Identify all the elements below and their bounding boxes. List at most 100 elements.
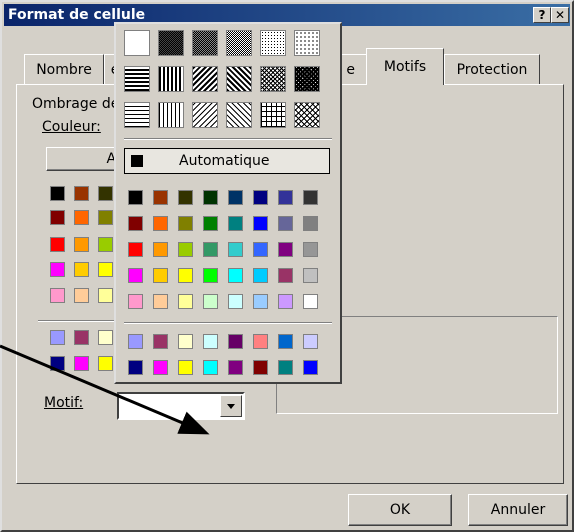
color-swatch[interactable] — [98, 237, 113, 252]
color-swatch[interactable] — [74, 237, 89, 252]
color-swatch[interactable] — [98, 210, 113, 225]
color-swatch[interactable] — [98, 262, 113, 277]
color-swatch[interactable] — [50, 210, 65, 225]
color-swatch[interactable] — [253, 190, 268, 205]
pattern-swatch-dense-dot-90[interactable] — [158, 30, 184, 56]
color-swatch[interactable] — [178, 216, 193, 231]
color-swatch[interactable] — [153, 268, 168, 283]
color-swatch[interactable] — [228, 242, 243, 257]
color-swatch[interactable] — [128, 334, 143, 349]
color-swatch[interactable] — [228, 334, 243, 349]
color-swatch[interactable] — [203, 242, 218, 257]
color-swatch[interactable] — [253, 242, 268, 257]
color-swatch[interactable] — [74, 356, 89, 371]
close-button[interactable]: ✕ — [551, 7, 569, 23]
pattern-swatch-dot-25[interactable] — [260, 30, 286, 56]
color-swatch[interactable] — [128, 360, 143, 375]
color-swatch[interactable] — [74, 262, 89, 277]
color-swatch[interactable] — [128, 190, 143, 205]
ok-button[interactable]: OK — [348, 494, 452, 526]
pattern-swatch-dot-50[interactable] — [226, 30, 252, 56]
color-swatch[interactable] — [253, 268, 268, 283]
cancel-button[interactable]: Annuler — [468, 494, 568, 526]
color-swatch[interactable] — [178, 190, 193, 205]
pattern-swatch-dot-12[interactable] — [294, 30, 320, 56]
color-swatch[interactable] — [153, 242, 168, 257]
color-swatch[interactable] — [228, 190, 243, 205]
color-swatch[interactable] — [278, 216, 293, 231]
dropdown-arrow-icon[interactable] — [220, 395, 242, 417]
pattern-swatch-thin-diagonal[interactable] — [226, 102, 252, 128]
color-swatch[interactable] — [153, 216, 168, 231]
color-swatch[interactable] — [98, 330, 113, 345]
color-swatch[interactable] — [74, 186, 89, 201]
color-swatch[interactable] — [50, 288, 65, 303]
color-swatch[interactable] — [253, 334, 268, 349]
tab-motifs[interactable]: Motifs — [366, 48, 444, 85]
color-swatch[interactable] — [128, 242, 143, 257]
color-swatch[interactable] — [153, 294, 168, 309]
help-button[interactable]: ? — [533, 7, 551, 23]
pattern-swatch-thin-vertical[interactable] — [158, 102, 184, 128]
color-swatch[interactable] — [278, 242, 293, 257]
color-swatch[interactable] — [228, 216, 243, 231]
pattern-swatch-thick-diagonal-crosshatch[interactable] — [294, 66, 320, 92]
tab-protection[interactable]: Protection — [444, 54, 540, 84]
pattern-swatch-reverse-diagonal[interactable] — [192, 66, 218, 92]
color-swatch[interactable] — [303, 334, 318, 349]
color-swatch[interactable] — [128, 216, 143, 231]
color-swatch[interactable] — [203, 334, 218, 349]
automatic-option[interactable]: Automatique — [124, 148, 330, 174]
color-swatch[interactable] — [253, 360, 268, 375]
color-swatch[interactable] — [50, 186, 65, 201]
color-swatch[interactable] — [278, 190, 293, 205]
pattern-swatch-thin-diagonal-grid[interactable] — [294, 102, 320, 128]
color-swatch[interactable] — [153, 360, 168, 375]
color-swatch[interactable] — [228, 360, 243, 375]
color-swatch[interactable] — [228, 268, 243, 283]
color-swatch[interactable] — [203, 294, 218, 309]
color-swatch[interactable] — [253, 216, 268, 231]
color-swatch[interactable] — [128, 294, 143, 309]
color-swatch[interactable] — [50, 262, 65, 277]
pattern-swatch-horizontal-stripe[interactable] — [124, 66, 150, 92]
color-swatch[interactable] — [303, 242, 318, 257]
pattern-swatch-dense-dot-75[interactable] — [192, 30, 218, 56]
pattern-swatch-thin-grid[interactable] — [260, 102, 286, 128]
color-swatch[interactable] — [253, 294, 268, 309]
color-swatch[interactable] — [74, 210, 89, 225]
color-swatch[interactable] — [203, 360, 218, 375]
color-swatch[interactable] — [153, 190, 168, 205]
color-swatch[interactable] — [98, 186, 113, 201]
color-swatch[interactable] — [278, 360, 293, 375]
pattern-swatch-thin-reverse-diagonal[interactable] — [192, 102, 218, 128]
color-swatch[interactable] — [303, 190, 318, 205]
color-swatch[interactable] — [50, 330, 65, 345]
color-swatch[interactable] — [278, 268, 293, 283]
color-swatch[interactable] — [303, 360, 318, 375]
pattern-swatch-diagonal-crosshatch[interactable] — [260, 66, 286, 92]
color-swatch[interactable] — [303, 216, 318, 231]
color-swatch[interactable] — [178, 294, 193, 309]
color-swatch[interactable] — [98, 288, 113, 303]
color-swatch[interactable] — [278, 294, 293, 309]
color-swatch[interactable] — [153, 334, 168, 349]
pattern-swatch-thin-horizontal[interactable] — [124, 102, 150, 128]
color-swatch[interactable] — [203, 268, 218, 283]
tab-nombre[interactable]: Nombre — [24, 54, 104, 84]
color-swatch[interactable] — [178, 360, 193, 375]
color-swatch[interactable] — [203, 216, 218, 231]
color-swatch[interactable] — [178, 242, 193, 257]
color-swatch[interactable] — [74, 288, 89, 303]
color-swatch[interactable] — [178, 334, 193, 349]
color-swatch[interactable] — [74, 330, 89, 345]
color-swatch[interactable] — [50, 356, 65, 371]
color-swatch[interactable] — [228, 294, 243, 309]
color-swatch[interactable] — [303, 294, 318, 309]
pattern-swatch-diagonal-stripe[interactable] — [226, 66, 252, 92]
color-swatch[interactable] — [303, 268, 318, 283]
color-swatch[interactable] — [278, 334, 293, 349]
color-swatch[interactable] — [98, 356, 113, 371]
color-swatch[interactable] — [178, 268, 193, 283]
pattern-dropdown[interactable] — [117, 392, 245, 420]
